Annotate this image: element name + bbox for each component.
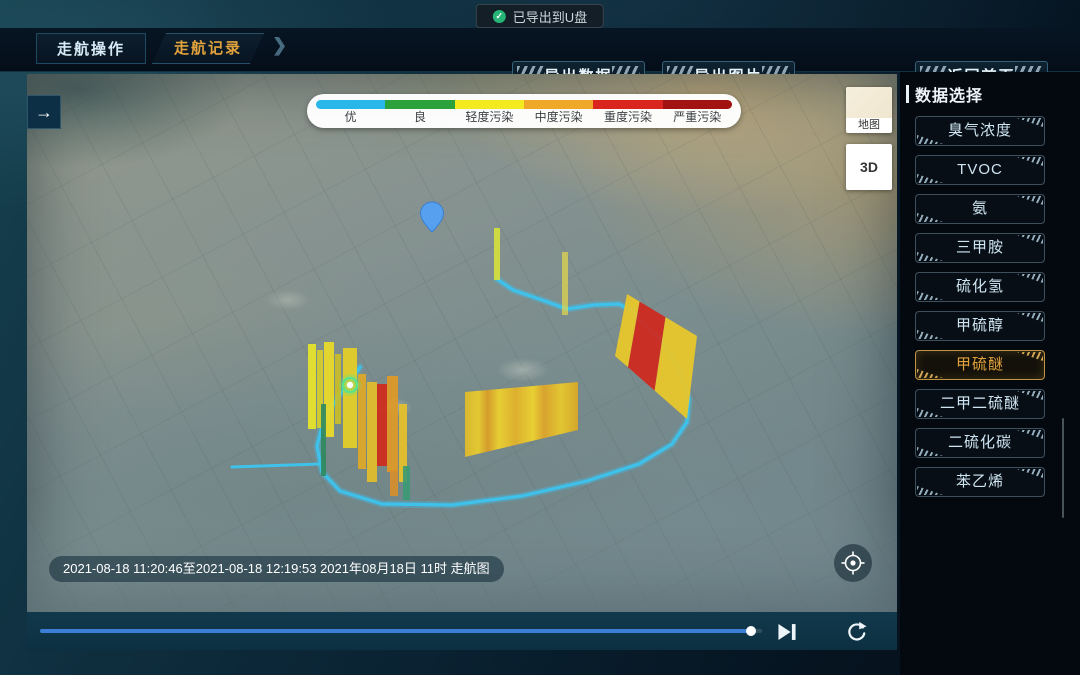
aqi-legend-colorbar	[316, 100, 732, 109]
top-navbar: 走航操作 走航记录 ❯ 导出数据 导出图片 返回首页	[0, 28, 1080, 72]
pollution-bar	[494, 228, 500, 280]
pollution-bar	[562, 252, 568, 315]
pollution-bar	[367, 382, 377, 482]
pollutant-button-hydrogen-sulfide[interactable]: 硫化氢	[915, 272, 1045, 302]
pollutant-button-tvoc[interactable]: TVOC	[915, 155, 1045, 185]
pollution-bar	[343, 348, 357, 448]
curtain-wall-mid	[465, 382, 578, 457]
playback-progress	[40, 629, 751, 633]
legend-color-heavy	[593, 100, 662, 109]
pollutant-button-dimethyl-disulfide[interactable]: 二甲二硫醚	[915, 389, 1045, 419]
aqi-legend-labels: 优 良 轻度污染 中度污染 重度污染 严重污染	[316, 109, 732, 126]
pollutant-button-styrene[interactable]: 苯乙烯	[915, 467, 1045, 497]
pollutant-button-carbon-disulfide[interactable]: 二硫化碳	[915, 428, 1045, 458]
playback-knob[interactable]	[746, 626, 756, 636]
pollutant-button-ammonia[interactable]: 氨	[915, 194, 1045, 224]
legend-color-moderate	[524, 100, 593, 109]
legend-color-severe	[663, 100, 732, 109]
collapse-panel-arrow-button[interactable]: →	[27, 95, 61, 129]
legend-label: 中度污染	[524, 109, 593, 126]
legend-color-excellent	[316, 100, 385, 109]
sidebar-title: 数据选择	[906, 82, 983, 106]
legend-label: 重度污染	[593, 109, 662, 126]
tab-patrol-operation[interactable]: 走航操作	[36, 33, 146, 64]
legend-label: 轻度污染	[455, 109, 524, 126]
toast-text: 已导出到U盘	[513, 7, 587, 26]
pollutant-button-trimethylamine[interactable]: 三甲胺	[915, 233, 1045, 263]
vehicle-marker-dot	[347, 382, 353, 388]
refresh-button[interactable]	[845, 621, 867, 643]
pollutant-button-methyl-sulfide[interactable]: 甲硫醚	[915, 350, 1045, 380]
pollution-bar-green	[321, 404, 326, 476]
legend-color-light	[455, 100, 524, 109]
legend-label: 优	[316, 109, 385, 126]
basemap-thumbnail	[846, 87, 892, 118]
tab-patrol-record[interactable]: 走航记录	[152, 33, 264, 64]
toast-export-success: ✓ 已导出到U盘	[476, 4, 604, 28]
pollutant-button-odor[interactable]: 臭气浓度	[915, 116, 1045, 146]
legend-label: 良	[385, 109, 454, 126]
aqi-legend: 优 良 轻度污染 中度污染 重度污染 严重污染	[307, 94, 741, 128]
pollution-bar-red	[377, 384, 387, 466]
pollution-bar	[387, 376, 398, 472]
pollution-bar	[390, 470, 398, 496]
patrol-timestamp: 2021-08-18 11:20:46至2021-08-18 12:19:53 …	[49, 556, 504, 582]
pollution-bar-green	[403, 466, 410, 500]
sidebar-title-text: 数据选择	[915, 82, 983, 106]
map-pin-icon[interactable]	[421, 202, 444, 232]
pollution-bar	[308, 344, 316, 429]
legend-color-good	[385, 100, 454, 109]
pollution-overlay	[27, 74, 897, 612]
locate-button[interactable]	[834, 544, 872, 582]
chevron-right-icon: ❯	[272, 35, 287, 56]
basemap-label: 地图	[846, 118, 892, 132]
legend-label: 严重污染	[663, 109, 732, 126]
basemap-layer-button[interactable]: 地图	[846, 87, 892, 133]
playback-track[interactable]	[40, 629, 762, 633]
title-accent-bar	[906, 85, 909, 103]
success-check-icon: ✓	[493, 10, 506, 23]
dashboard: ✓ 已导出到U盘 走航操作 走航记录 ❯ 导出数据 导出图片 返回首页	[0, 0, 1080, 675]
mode-3d-button[interactable]: 3D	[846, 144, 892, 190]
pollutant-button-methyl-mercaptan[interactable]: 甲硫醇	[915, 311, 1045, 341]
playback-bar	[27, 612, 897, 650]
data-select-sidebar: 数据选择 臭气浓度 TVOC 氨 三甲胺 硫化氢 甲硫醇 甲硫醚 二甲二硫醚 二…	[900, 72, 1080, 675]
patrol-track-spur	[232, 464, 320, 467]
map-canvas[interactable]: 优 良 轻度污染 中度污染 重度污染 严重污染 → 地图 3D	[27, 74, 897, 612]
crosshair-icon	[840, 550, 866, 576]
skip-to-end-button[interactable]	[776, 621, 798, 643]
sidebar-scrollbar[interactable]	[1062, 418, 1064, 518]
